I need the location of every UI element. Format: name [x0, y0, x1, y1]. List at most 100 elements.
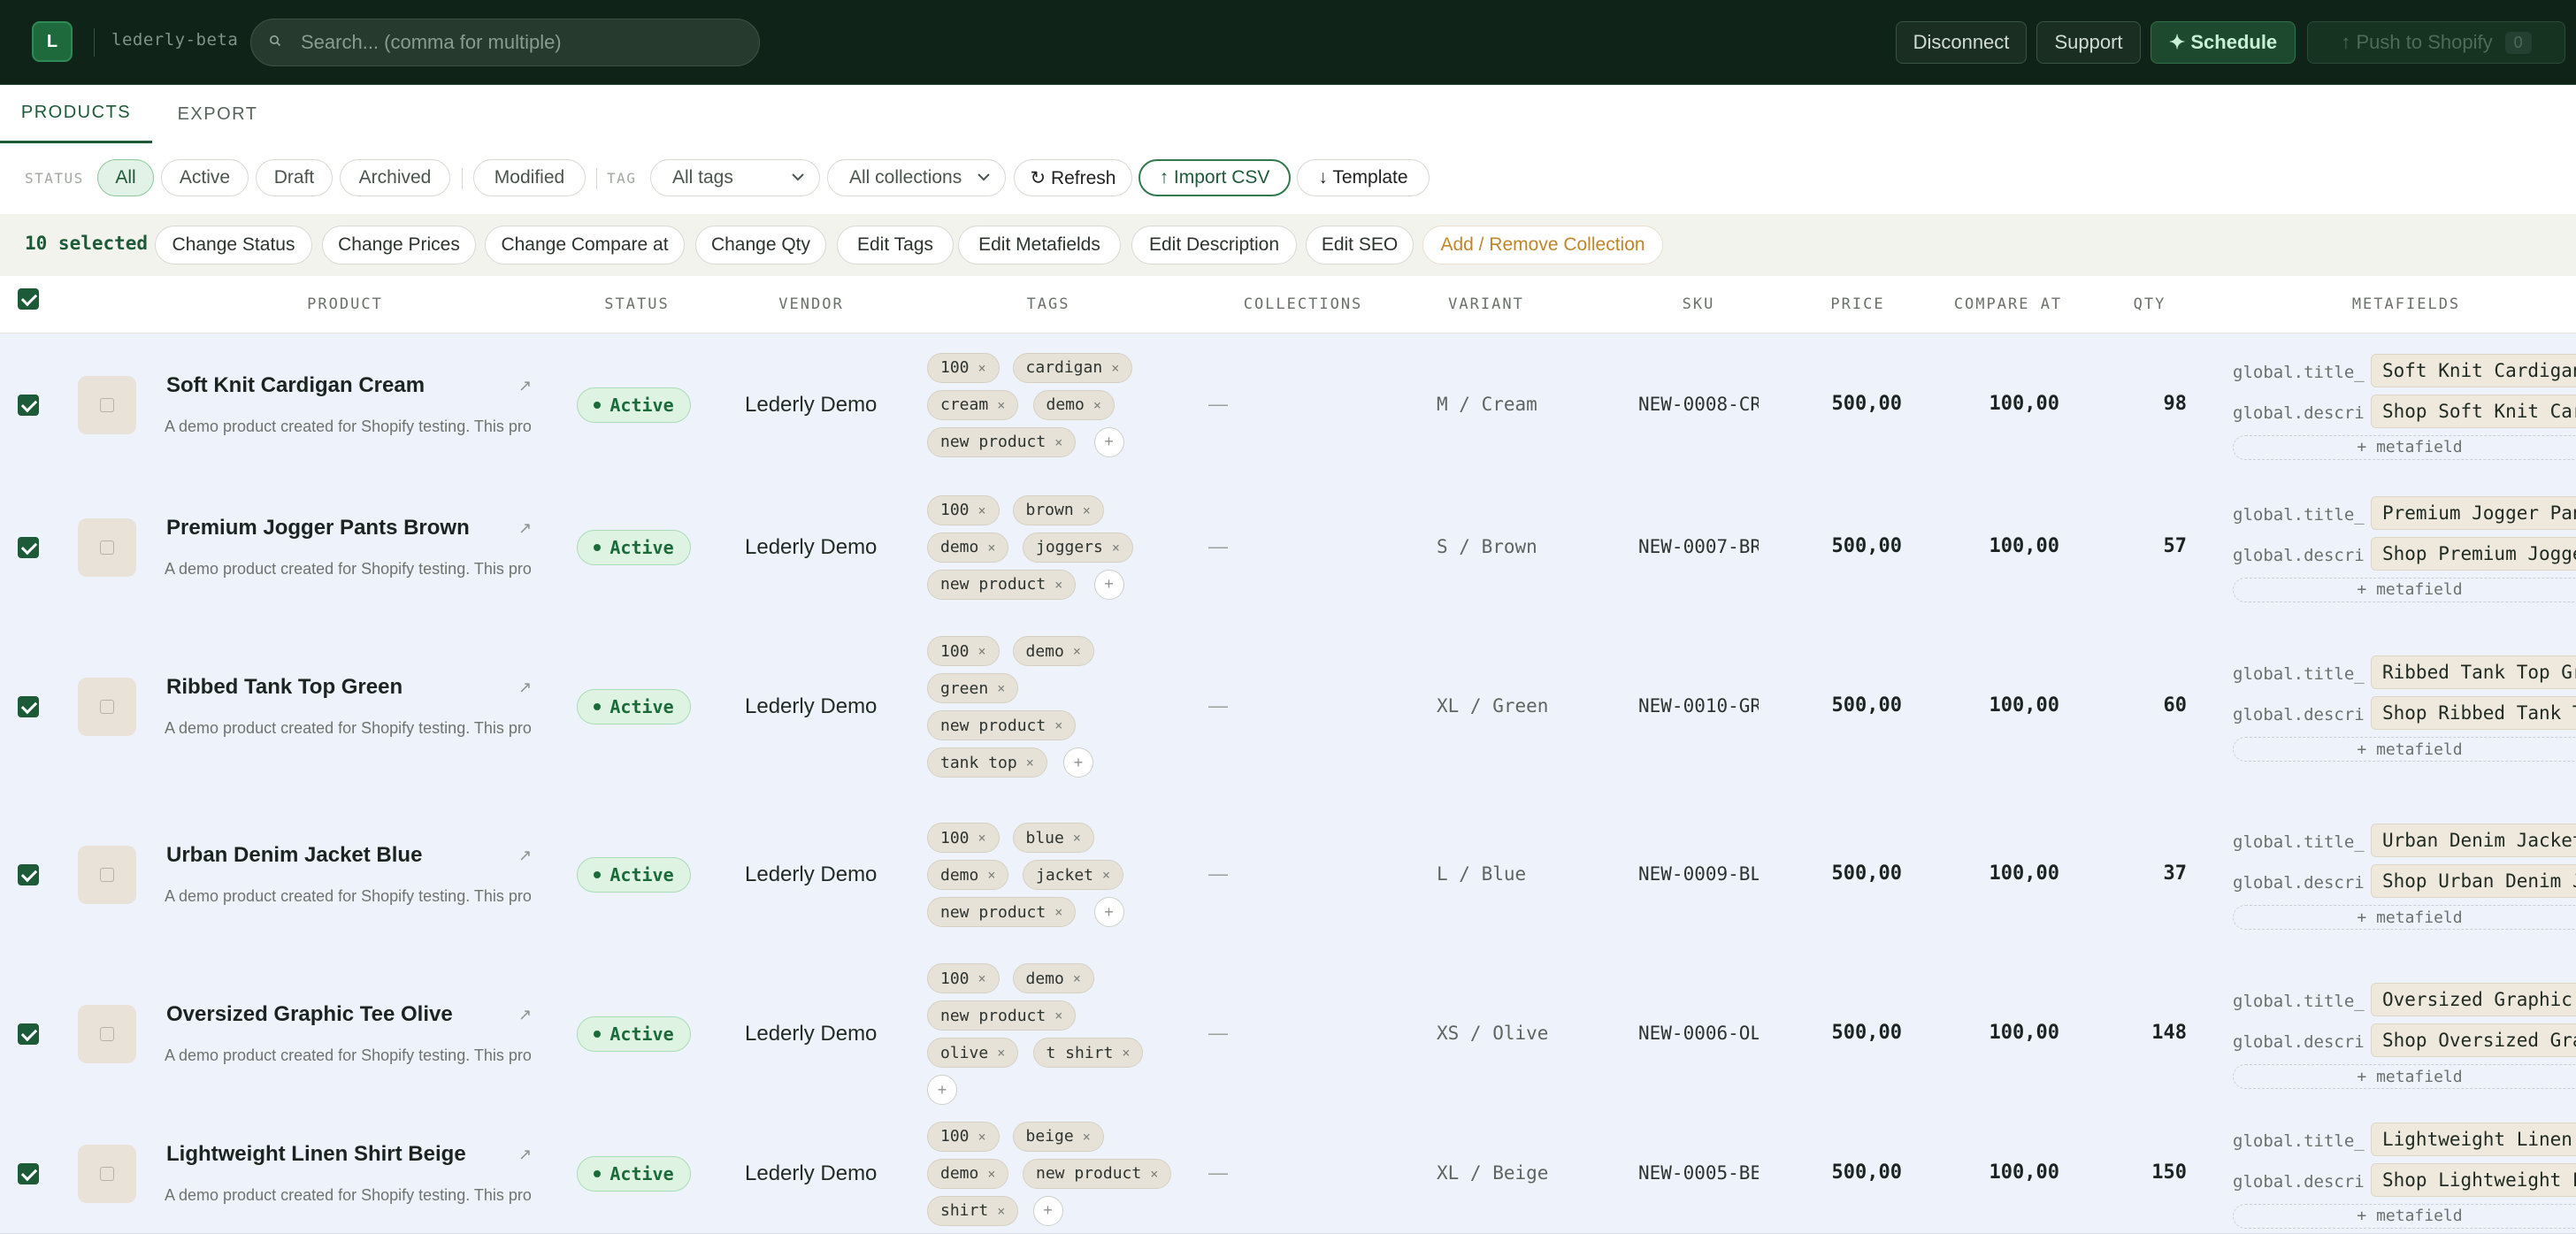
tag-chip[interactable]: jacket ×	[1023, 860, 1124, 890]
add-metafield-button[interactable]: + metafield	[2233, 577, 2576, 602]
metafield-value-title[interactable]: Ribbed Tank Top Green	[2371, 655, 2576, 689]
remove-tag-icon[interactable]: ×	[1150, 1166, 1158, 1182]
tag-chip[interactable]: 100 ×	[927, 823, 1000, 853]
variant-cell[interactable]: XL / Green	[1437, 695, 1548, 717]
product-thumbnail[interactable]	[78, 1005, 136, 1063]
tag-chip[interactable]: new product ×	[927, 710, 1077, 740]
metafield-value-title[interactable]: Soft Knit Cardigan Cream	[2371, 353, 2576, 387]
table-row[interactable]: Lightweight Linen Shirt Beige ↗ A demo pro…	[0, 1114, 2576, 1234]
table-row[interactable]: Urban Denim Jacket Blue ↗ A demo product c…	[0, 795, 2576, 955]
col-variant[interactable]: VARIANT	[1424, 295, 1548, 313]
row-checkbox[interactable]	[18, 1162, 39, 1184]
qty-cell[interactable]: 150	[2105, 1161, 2187, 1184]
tag-chip[interactable]: 100 ×	[927, 494, 1000, 525]
product-thumbnail[interactable]	[78, 517, 136, 577]
tag-chip[interactable]: demo ×	[927, 860, 1009, 890]
compare-at-cell[interactable]: 100,00	[1955, 393, 2059, 415]
remove-tag-icon[interactable]: ×	[987, 867, 995, 883]
tags-select[interactable]: All tags	[650, 159, 820, 196]
remove-tag-icon[interactable]: ×	[978, 970, 986, 986]
product-name[interactable]: Ribbed Tank Top Green	[166, 675, 402, 700]
search-input[interactable]	[299, 30, 745, 55]
add-metafield-button[interactable]: + metafield	[2233, 1064, 2576, 1089]
edit-tags-button[interactable]: Edit Tags	[837, 226, 954, 264]
tag-chip[interactable]: 100 ×	[927, 1121, 1000, 1152]
sku-cell[interactable]: NEW-0008-CR	[1638, 394, 1759, 415]
collections-cell[interactable]: —	[1208, 862, 1228, 885]
metafield-value-title[interactable]: Urban Denim Jacket Blue	[2371, 824, 2576, 857]
row-checkbox[interactable]	[18, 696, 39, 717]
product-name[interactable]: Premium Jogger Pants Brown	[166, 516, 470, 540]
tag-chip[interactable]: cardigan ×	[1012, 352, 1133, 383]
variant-cell[interactable]: M / Cream	[1437, 394, 1537, 415]
remove-tag-icon[interactable]: ×	[978, 643, 986, 659]
open-external-icon[interactable]: ↗	[518, 377, 532, 395]
tag-chip[interactable]: t shirt ×	[1032, 1038, 1144, 1068]
table-row[interactable]: Premium Jogger Pants Brown ↗ A demo produc…	[0, 476, 2576, 619]
row-checkbox[interactable]	[18, 394, 39, 416]
metafield-value-description[interactable]: Shop Urban Denim Jacket Blue	[2371, 864, 2576, 898]
tag-chip[interactable]: demo ×	[1012, 963, 1094, 993]
add-metafield-button[interactable]: + metafield	[2233, 434, 2576, 460]
disconnect-button[interactable]: Disconnect	[1896, 21, 2027, 64]
remove-tag-icon[interactable]: ×	[1102, 867, 1110, 883]
col-status[interactable]: STATUS	[584, 295, 690, 313]
tag-chip[interactable]: green ×	[927, 673, 1019, 703]
tag-chip[interactable]: demo ×	[927, 532, 1009, 563]
collections-cell[interactable]: —	[1208, 1022, 1228, 1045]
metafield-value-description[interactable]: Shop Soft Knit Cardigan Cream	[2371, 394, 2576, 428]
tab-products[interactable]: PRODUCTS	[0, 85, 152, 143]
remove-tag-icon[interactable]: ×	[1054, 577, 1062, 593]
qty-cell[interactable]: 60	[2105, 694, 2188, 717]
open-external-icon[interactable]: ↗	[518, 1006, 532, 1024]
tag-chip[interactable]: tank top ×	[927, 747, 1047, 778]
tag-chip[interactable]: demo ×	[1012, 636, 1094, 666]
remove-tag-icon[interactable]: ×	[1073, 643, 1081, 659]
tab-export[interactable]: EXPORT	[173, 85, 262, 143]
tag-chip[interactable]: new product ×	[927, 897, 1077, 927]
change-compare-at-button[interactable]: Change Compare at	[485, 226, 685, 264]
remove-tag-icon[interactable]: ×	[978, 502, 986, 518]
status-badge[interactable]: Active	[577, 1016, 691, 1052]
status-badge[interactable]: Active	[577, 387, 691, 423]
app-logo[interactable]: L	[32, 21, 73, 62]
schedule-button[interactable]: ✦ Schedule	[2150, 21, 2296, 64]
price-cell[interactable]: 500,00	[1822, 694, 1902, 717]
tag-chip[interactable]: shirt ×	[927, 1195, 1019, 1226]
remove-tag-icon[interactable]: ×	[1026, 755, 1034, 770]
remove-tag-icon[interactable]: ×	[997, 680, 1005, 696]
status-badge[interactable]: Active	[577, 857, 691, 893]
price-cell[interactable]: 500,00	[1822, 1022, 1902, 1044]
remove-tag-icon[interactable]: ×	[1054, 1008, 1062, 1023]
sku-cell[interactable]: NEW-0006-OL	[1638, 1023, 1759, 1044]
tag-chip[interactable]: 100 ×	[927, 963, 1000, 993]
tag-chip[interactable]: new product ×	[927, 569, 1077, 600]
tag-chip[interactable]: new product ×	[927, 426, 1077, 457]
col-vendor[interactable]: VENDOR	[758, 295, 864, 313]
tag-chip[interactable]: 100 ×	[927, 636, 1000, 666]
remove-tag-icon[interactable]: ×	[1112, 540, 1120, 556]
template-button[interactable]: ↓ Template	[1297, 159, 1430, 196]
add-tag-button[interactable]: +	[1093, 569, 1124, 600]
remove-tag-icon[interactable]: ×	[978, 1129, 986, 1145]
remove-tag-icon[interactable]: ×	[978, 830, 986, 846]
remove-tag-icon[interactable]: ×	[997, 1203, 1005, 1219]
tag-chip[interactable]: brown ×	[1012, 494, 1104, 525]
row-checkbox[interactable]	[18, 536, 39, 558]
compare-at-cell[interactable]: 100,00	[1955, 862, 2059, 885]
variant-cell[interactable]: S / Brown	[1437, 536, 1537, 557]
col-collections[interactable]: COLLECTIONS	[1223, 295, 1383, 313]
open-external-icon[interactable]: ↗	[518, 519, 532, 538]
tag-chip[interactable]: cream ×	[927, 389, 1019, 420]
edit-metafields-button[interactable]: Edit Metafields	[958, 226, 1121, 264]
open-external-icon[interactable]: ↗	[518, 847, 532, 865]
product-thumbnail[interactable]	[78, 375, 136, 434]
add-tag-button[interactable]: +	[1063, 747, 1093, 778]
modified-pill[interactable]: Modified	[473, 159, 586, 196]
metafield-value-title[interactable]: Lightweight Linen Shirt Beige	[2371, 1122, 2576, 1156]
edit-seo-button[interactable]: Edit SEO	[1306, 226, 1414, 264]
row-checkbox[interactable]	[18, 1023, 39, 1045]
compare-at-cell[interactable]: 100,00	[1955, 535, 2059, 557]
table-row[interactable]: Soft Knit Cardigan Cream ↗ A demo product …	[0, 333, 2576, 477]
add-metafield-button[interactable]: + metafield	[2233, 1203, 2576, 1229]
